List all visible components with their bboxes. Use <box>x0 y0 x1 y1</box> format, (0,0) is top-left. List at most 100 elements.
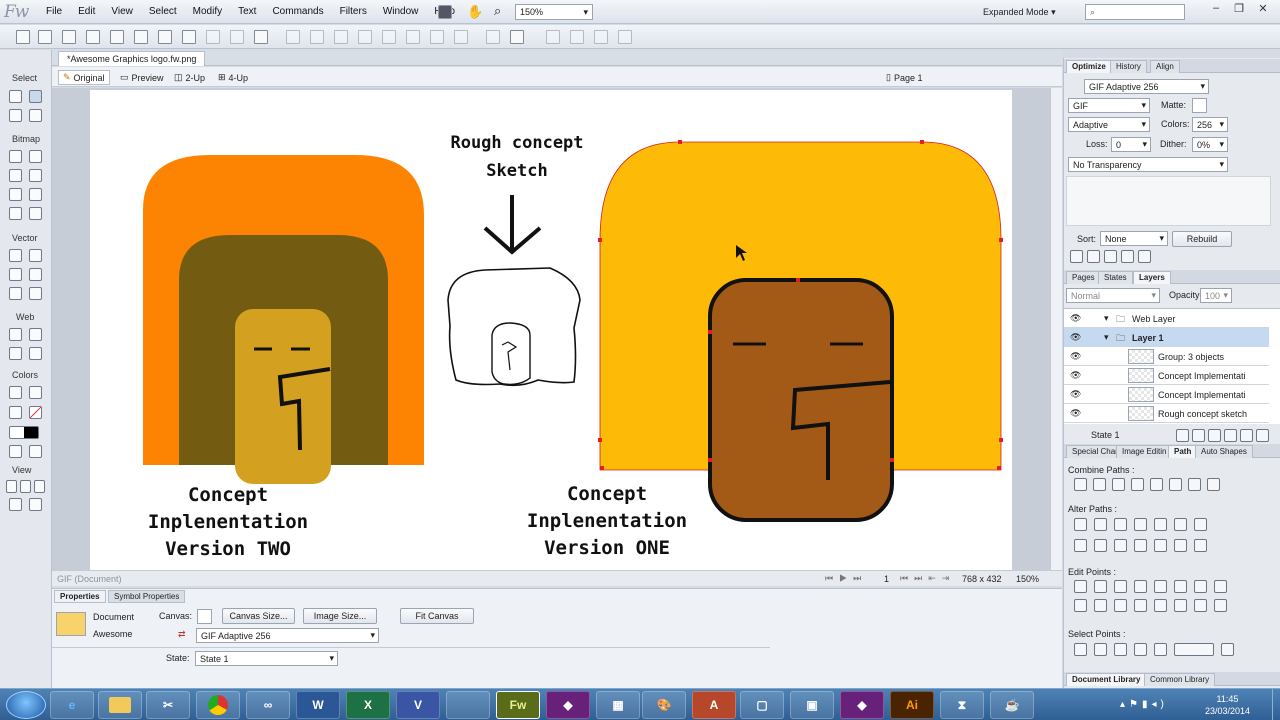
print-icon[interactable] <box>134 30 148 44</box>
tab-states[interactable]: States <box>1098 271 1133 284</box>
reverse-icon[interactable] <box>1134 518 1147 531</box>
menu-window[interactable]: Window <box>375 6 427 17</box>
canvas-color-swatch[interactable] <box>197 609 212 624</box>
select-none-icon[interactable] <box>1154 643 1167 656</box>
bring-front-icon[interactable] <box>382 30 396 44</box>
layer-row-layer1[interactable]: 👁 ▾ 🗀 Layer 1 <box>1064 328 1269 347</box>
add-color-icon[interactable] <box>1104 250 1117 263</box>
new-sublayer-icon[interactable] <box>1208 429 1221 442</box>
sort-select[interactable]: None <box>1100 231 1168 246</box>
flip-h-icon[interactable] <box>594 30 608 44</box>
add-mask-icon[interactable] <box>1224 429 1237 442</box>
tab-path[interactable]: Path <box>1168 445 1198 458</box>
select-first-icon[interactable] <box>1094 643 1107 656</box>
send-back-icon[interactable] <box>454 30 468 44</box>
crop-tool-icon[interactable] <box>29 109 42 122</box>
image-size-button[interactable]: Image Size... <box>303 608 377 624</box>
tab-symbol-properties[interactable]: Symbol Properties <box>108 590 186 603</box>
taskbar-vs2[interactable]: ◆ <box>840 691 884 719</box>
show-desktop-button[interactable] <box>1272 689 1280 720</box>
copy-path-icon[interactable] <box>1194 539 1207 552</box>
taskbar-java[interactable]: ☕ <box>990 691 1034 719</box>
expand-selection-icon[interactable] <box>1174 643 1214 656</box>
simplify-icon[interactable] <box>1074 518 1087 531</box>
tab-original[interactable]: ✎ Original <box>58 70 110 85</box>
tab-image-editing[interactable]: Image Editin <box>1116 445 1173 458</box>
zoom-icon[interactable]: ⌕ <box>494 3 501 19</box>
export-format-select[interactable]: GIF <box>1068 98 1150 113</box>
new-state-icon[interactable] <box>1176 429 1189 442</box>
redo-icon[interactable] <box>182 30 196 44</box>
close-button[interactable]: ✕ <box>1252 2 1274 18</box>
split-point-icon[interactable] <box>1174 580 1187 593</box>
open-icon[interactable] <box>62 30 76 44</box>
angle-point-icon[interactable] <box>1174 599 1187 612</box>
expand-icon[interactable]: ▾ <box>1104 313 1109 324</box>
taskbar-visio[interactable]: V <box>396 691 440 719</box>
tab-preview[interactable]: ▭ Preview <box>116 70 168 85</box>
rubber-stamp-icon[interactable] <box>29 207 42 220</box>
inset-icon[interactable] <box>1174 518 1187 531</box>
snap-web-icon[interactable] <box>1138 250 1151 263</box>
pencil-tool-icon[interactable] <box>9 188 22 201</box>
freeform-tool-icon[interactable] <box>9 287 22 300</box>
tab-pages[interactable]: Pages <box>1066 271 1101 284</box>
workspace-mode[interactable]: Expanded Mode ▾ <box>983 7 1056 18</box>
bring-forward-icon[interactable] <box>406 30 420 44</box>
new-icon[interactable] <box>16 30 30 44</box>
zoom-tool-icon[interactable] <box>29 498 42 511</box>
copy-icon[interactable] <box>230 30 244 44</box>
fill-color-icon[interactable] <box>29 406 42 419</box>
format-select[interactable]: GIF Adaptive 256 <box>196 628 379 643</box>
start-button[interactable] <box>6 691 46 719</box>
duplicate-icon[interactable] <box>1240 429 1253 442</box>
show-slices-icon[interactable] <box>29 347 42 360</box>
select-last-icon[interactable] <box>1114 643 1127 656</box>
vertical-scrollbar[interactable] <box>1050 88 1062 570</box>
arrow-point-icon[interactable] <box>1194 599 1207 612</box>
split-icon[interactable] <box>358 30 372 44</box>
taskbar-excel[interactable]: X <box>346 691 390 719</box>
pen-tool-icon[interactable] <box>29 249 42 262</box>
tab-history[interactable]: History <box>1110 60 1147 73</box>
group-icon[interactable] <box>286 30 300 44</box>
smooth-icon[interactable] <box>1094 518 1107 531</box>
full-screen-menu-icon[interactable] <box>20 480 31 493</box>
crop-path-icon[interactable] <box>1131 478 1144 491</box>
document-tab[interactable]: *Awesome Graphics logo.fw.png <box>58 51 206 66</box>
join-path-icon[interactable] <box>1150 478 1163 491</box>
straighten-icon[interactable] <box>1214 580 1227 593</box>
taskbar-window[interactable]: ▢ <box>740 691 784 719</box>
split-path-icon[interactable] <box>1169 478 1182 491</box>
layer-row-web[interactable]: 👁 ▾ 🗀 Web Layer <box>1064 309 1269 328</box>
redraw-icon[interactable] <box>1174 539 1187 552</box>
rectangle-tool-icon[interactable] <box>9 268 22 281</box>
fillet-icon[interactable] <box>1114 518 1127 531</box>
intersect-icon[interactable] <box>1093 478 1106 491</box>
tab-common-library[interactable]: Common Library <box>1144 673 1216 686</box>
pointer-tool-icon[interactable] <box>9 90 22 103</box>
join-point-icon[interactable] <box>1194 580 1207 593</box>
curve-icon[interactable] <box>1154 539 1167 552</box>
layer-row-rough[interactable]: 👁 Rough concept sketch <box>1064 404 1269 423</box>
canvas-size-button[interactable]: Canvas Size... <box>222 608 295 624</box>
state-select[interactable]: State 1 <box>195 651 338 666</box>
remove-point-icon[interactable] <box>1154 580 1167 593</box>
taskbar-fireworks[interactable]: Fw <box>496 691 540 719</box>
hand-tool-icon[interactable] <box>9 498 22 511</box>
trash-icon[interactable] <box>1256 429 1269 442</box>
contract-selection-icon[interactable] <box>1221 643 1234 656</box>
eye-icon[interactable]: 👁 <box>1070 351 1081 362</box>
eye-icon[interactable]: 👁 <box>1070 370 1081 381</box>
eye-icon[interactable]: 👁 <box>1070 389 1081 400</box>
magic-wand-icon[interactable] <box>9 169 22 182</box>
tab-properties[interactable]: Properties <box>54 590 106 603</box>
offset-icon[interactable] <box>1194 518 1207 531</box>
taskbar-infinity[interactable]: ∞ <box>246 691 290 719</box>
paste-icon[interactable] <box>254 30 268 44</box>
standard-mode-icon[interactable] <box>6 480 17 493</box>
search-input[interactable]: ⌕ <box>1085 4 1185 20</box>
status-zoom[interactable]: 150% <box>1016 574 1039 584</box>
clock[interactable]: 11:45 23/03/2014 <box>1205 693 1250 717</box>
taskbar-chrome[interactable] <box>196 691 240 719</box>
